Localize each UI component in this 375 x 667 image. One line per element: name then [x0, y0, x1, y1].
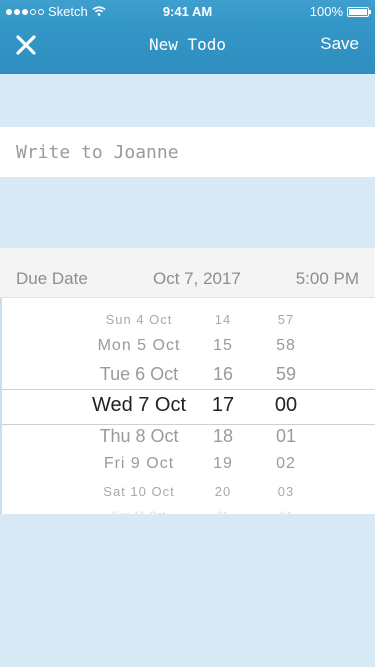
nav-bar: New Todo Save	[0, 22, 375, 74]
battery-icon	[347, 6, 371, 17]
picker-day: Thu 8 Oct	[99, 426, 179, 446]
close-button[interactable]	[12, 31, 42, 61]
todo-input-row	[0, 127, 375, 177]
picker-day: Fri 9 Oct	[103, 455, 175, 472]
picker-day: Sat 10 Oct	[103, 483, 175, 499]
picker-day: Wed 7 Oct	[91, 394, 187, 416]
picker-row[interactable]: Sat 10 Oct 20 03	[2, 484, 375, 501]
due-date-label: Due Date	[16, 269, 88, 288]
picker-row[interactable]: Wed 7 Oct 17 00	[2, 394, 375, 418]
picker-row[interactable]: Fri 9 Oct 19 02	[2, 455, 375, 475]
picker-row[interactable]: Sun 4 Oct 14 57	[2, 312, 375, 329]
picker-minute: 56	[266, 298, 306, 300]
picker-hour: 15	[213, 337, 233, 354]
picker-minute: 03	[277, 483, 295, 499]
picker-minute: 58	[276, 337, 296, 354]
picker-minute: 01	[275, 426, 297, 446]
picker-minute: 57	[277, 311, 295, 327]
picker-hour: 18	[212, 426, 234, 446]
picker-row[interactable]: Sat 3 Oct13 56	[2, 298, 375, 303]
status-right: 100%	[309, 4, 371, 19]
picker-day: Sun 11 Oct	[49, 510, 229, 515]
picker-row[interactable]: Tue 6 Oct 16 59	[2, 364, 375, 386]
page-title: New Todo	[148, 35, 227, 54]
picker-minute: 00	[274, 394, 298, 416]
due-date-row[interactable]: Due Date Oct 7, 2017 5:00 PM	[0, 248, 375, 298]
picker-minute: 02	[276, 455, 296, 472]
picker-hour: 21	[203, 510, 243, 515]
close-icon	[16, 35, 36, 55]
picker-hour: 17	[211, 394, 235, 416]
picker-row[interactable]: Mon 5 Oct 15 58	[2, 337, 375, 357]
picker-row[interactable]: Sun 11 Oct21 04	[2, 510, 375, 515]
picker-hour: 16	[212, 364, 234, 384]
picker-hour: 13	[203, 298, 243, 300]
picker-day: Mon 5 Oct	[97, 337, 181, 354]
picker-minute: 59	[275, 364, 297, 384]
todo-title-input[interactable]	[0, 127, 375, 177]
battery-percentage: 100%	[309, 4, 343, 19]
picker-day: Sat 3 Oct	[49, 298, 229, 300]
status-bar: Sketch 9:41 AM 100%	[0, 0, 375, 22]
due-time-value: 5:00 PM	[295, 269, 359, 288]
picker-hour: 20	[214, 483, 232, 499]
save-button[interactable]: Save	[320, 34, 359, 54]
picker-day: Sun 4 Oct	[105, 311, 173, 327]
picker-minute: 04	[266, 510, 306, 515]
picker-row[interactable]: Thu 8 Oct 18 01	[2, 426, 375, 448]
picker-hour: 19	[213, 455, 233, 472]
picker-hour: 14	[214, 311, 232, 327]
due-date-value: Oct 7, 2017	[153, 269, 241, 288]
picker-day: Tue 6 Oct	[99, 364, 179, 384]
date-time-picker[interactable]: Sat 3 Oct13 56 Sun 4 Oct 14 57 Mon 5 Oct 15 58 T…	[0, 298, 375, 514]
